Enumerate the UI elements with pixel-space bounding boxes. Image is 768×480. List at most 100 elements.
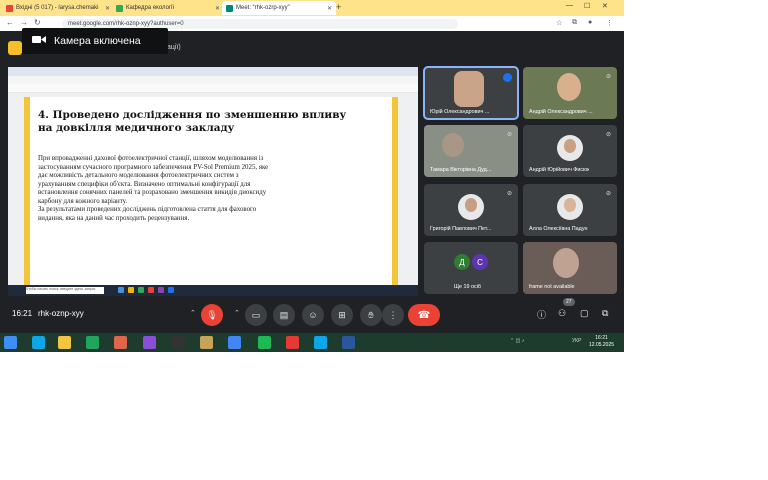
forward-icon[interactable]: →: [20, 18, 28, 27]
menu-icon[interactable]: ⋮: [606, 19, 613, 27]
end-call-button[interactable]: ☎: [408, 304, 440, 326]
face: [564, 139, 576, 153]
task-icon: [118, 287, 124, 293]
body-line: урахуванням специфіки об'єкта. Визначено…: [38, 180, 251, 188]
captions-icon: ▤: [279, 309, 289, 320]
more-participants-tile[interactable]: Д С Ще 19 осіб: [424, 242, 518, 294]
camera-button[interactable]: ▭: [245, 304, 267, 326]
clock-date: 12.05.2025: [589, 342, 615, 348]
shared-address-bar: [8, 76, 418, 84]
url-text: meet.google.com/rhk-oznp-xyy?authuser=0: [68, 21, 184, 27]
shared-screen: 4. Проведено дослідження по зменшенню вп…: [8, 67, 418, 296]
minimize-icon[interactable]: —: [566, 2, 573, 9]
raise-hand-button[interactable]: ✋︎: [360, 304, 382, 326]
task-icon: [128, 287, 134, 293]
participant-name: Юрій Олександрович ...: [430, 109, 490, 115]
toast-text: Камера включена: [54, 35, 141, 47]
system-clock[interactable]: 16:21 12.05.2025: [589, 335, 614, 349]
phone-hangup-icon: ☎: [417, 309, 431, 321]
participant-tile[interactable]: ⊘ Андрій Олександрович ...: [523, 67, 617, 119]
opera-icon[interactable]: [286, 336, 299, 349]
tab-label: Вхідні (5 017) - larysa.chemaki: [16, 5, 99, 11]
app-icon[interactable]: [143, 336, 156, 349]
info-icon[interactable]: ⓘ: [537, 308, 546, 321]
close-icon[interactable]: ✕: [105, 5, 110, 12]
reload-icon[interactable]: ↻: [34, 18, 41, 27]
video-frame: [454, 71, 484, 107]
star-icon[interactable]: ☆: [556, 19, 562, 27]
extensions-icon[interactable]: ⧉: [572, 19, 577, 27]
close-icon[interactable]: ✕: [215, 5, 220, 12]
face: [465, 198, 477, 212]
tab-gmail[interactable]: Вхідні (5 017) - larysa.chemaki ✕: [2, 1, 114, 15]
avatar: С: [472, 254, 488, 270]
tab-meet[interactable]: Meet: “rhk-ozrp-xyy” ✕: [222, 1, 336, 15]
chat-icon[interactable]: ▢: [580, 308, 589, 319]
mic-off-icon: ⊘: [506, 191, 512, 197]
participant-tile[interactable]: ⊘ Григорій Павлович Пет...: [424, 184, 518, 236]
mic-off-icon: ⊘: [605, 74, 611, 80]
captions-button[interactable]: ▤: [273, 304, 295, 326]
app-icon[interactable]: [86, 336, 99, 349]
language-indicator[interactable]: УКР: [572, 338, 581, 344]
participant-name: Григорій Павлович Пет...: [430, 226, 492, 232]
tab-label: Кафедра екології: [126, 5, 175, 11]
windows-taskbar: ⌃ ◫ ♪ УКР 16:21 12.05.2025: [0, 333, 624, 352]
more-options-button[interactable]: ⋮: [382, 304, 404, 326]
word-icon[interactable]: [342, 336, 355, 349]
present-icon: ⊞: [338, 309, 346, 320]
windows-start-icon[interactable]: [4, 336, 17, 349]
spotify-icon[interactable]: [258, 336, 271, 349]
document-body: При впровадженні дахової фотоелектричної…: [38, 155, 338, 223]
chrome-icon[interactable]: [228, 336, 241, 349]
body-line: карбону для кожного варіанту.: [38, 197, 128, 205]
app-icon[interactable]: [114, 336, 127, 349]
participant-tile[interactable]: ⊘ Андрій Юрійович Фисюк: [523, 125, 617, 177]
task-icon: [148, 287, 154, 293]
amazon-icon[interactable]: [172, 336, 185, 349]
close-icon[interactable]: ✕: [327, 5, 332, 12]
body-line: видання, яка на даний час проходить реце…: [38, 214, 190, 222]
mic-off-icon: ⊘: [605, 132, 611, 138]
participant-tile[interactable]: ⊘ Тамара Вікторівна Дуд...: [424, 125, 518, 177]
participant-name: Ще 19 осіб: [454, 284, 482, 290]
body-line: При впровадженні дахової фотоелектричної…: [38, 155, 264, 162]
participant-tile[interactable]: frame not available: [523, 242, 617, 294]
face: [564, 198, 576, 212]
tab-label: Meet: “rhk-ozrp-xyy”: [236, 5, 290, 11]
meeting-code: rhk-oznp-xyy: [38, 309, 84, 318]
shared-search-text: Чтобы начать поиск, введите здесь запрос: [26, 287, 96, 291]
close-window-icon[interactable]: ✕: [602, 2, 608, 10]
emoji-icon: ☺: [308, 310, 318, 320]
reactions-button[interactable]: ☺: [302, 304, 324, 326]
tab-department[interactable]: Кафедра екології ✕: [112, 1, 224, 15]
mic-off-icon: 🎙︎: [206, 309, 218, 320]
chevron-up-icon[interactable]: ⌃: [234, 309, 240, 317]
chevron-up-icon[interactable]: ⌃: [190, 309, 196, 317]
app-icon[interactable]: [200, 336, 213, 349]
maximize-icon[interactable]: ☐: [584, 2, 590, 10]
avatar: [557, 135, 583, 161]
people-icon[interactable]: ⚇: [558, 308, 566, 319]
new-tab-button[interactable]: +: [336, 2, 341, 12]
folder-icon[interactable]: [58, 336, 71, 349]
avatar: Д: [454, 254, 470, 270]
back-icon[interactable]: ←: [6, 18, 14, 27]
edge-icon[interactable]: [32, 336, 45, 349]
tray-icons[interactable]: ⌃ ◫ ♪: [510, 338, 524, 344]
shared-document-viewer: 4. Проведено дослідження по зменшенню вп…: [8, 93, 418, 287]
more-vertical-icon: ⋮: [388, 309, 398, 320]
present-button[interactable]: ⊞: [331, 304, 353, 326]
participant-name: frame not available: [529, 284, 575, 290]
edge-icon[interactable]: [314, 336, 327, 349]
mic-off-button[interactable]: 🎙︎: [201, 304, 223, 326]
participant-tile[interactable]: ⊘ Алла Олексіївна Падун: [523, 184, 617, 236]
participant-tile[interactable]: Юрій Олександрович ...: [423, 66, 519, 120]
camera-icon: ▭: [251, 309, 261, 320]
meet-logo-icon: [8, 41, 22, 55]
clock-time: 16:21: [595, 335, 608, 341]
meet-control-bar: 16:21 rhk-oznp-xyy ⌃ 🎙︎ ⌃ ▭ ▤ ☺ ⊞ ✋︎ ⋮ ☎…: [0, 298, 624, 332]
body-line: застосуванням сучасного програмного забе…: [38, 163, 269, 171]
activities-icon[interactable]: ⧉: [602, 308, 608, 319]
profile-icon[interactable]: ●: [588, 19, 592, 26]
